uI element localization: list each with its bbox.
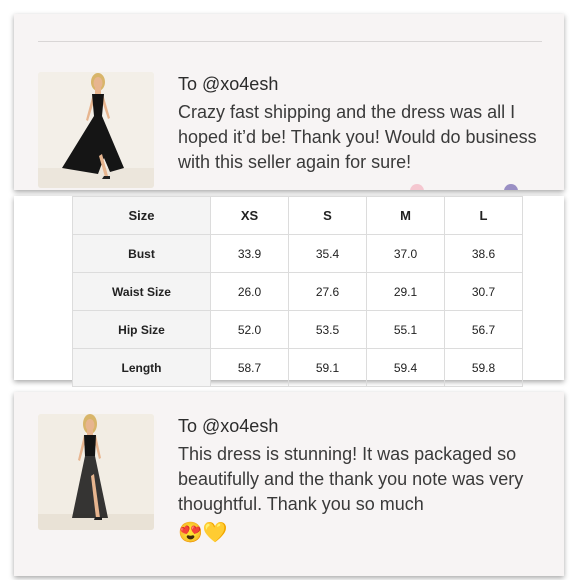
emoji-heart-eyes-and-yellow-heart: 😍💛 bbox=[178, 522, 228, 544]
review-recipient: To @xo4esh bbox=[178, 416, 279, 436]
table-cell: 59.1 bbox=[288, 348, 367, 387]
table-cell: 37.0 bbox=[366, 234, 445, 273]
table-cell: 30.7 bbox=[444, 272, 523, 311]
emoji-peek-icon bbox=[410, 184, 424, 190]
table-cell: 35.4 bbox=[288, 234, 367, 273]
table-cell: 55.1 bbox=[366, 310, 445, 349]
review-card-1: To @xo4esh Crazy fast shipping and the d… bbox=[14, 14, 564, 190]
size-chart-table: Size XS S M L Bust 33.9 35.4 37.0 38.6 W… bbox=[72, 196, 523, 387]
table-row: Bust 33.9 35.4 37.0 38.6 bbox=[72, 234, 523, 273]
review-card-2: To @xo4esh This dress is stunning! It wa… bbox=[14, 392, 564, 576]
table-cell: 59.8 bbox=[444, 348, 523, 387]
size-header-xs: XS bbox=[210, 196, 289, 235]
dress-photo bbox=[38, 414, 154, 530]
size-header-row: Size XS S M L bbox=[72, 196, 523, 235]
table-cell: 53.5 bbox=[288, 310, 367, 349]
dress-photo-thumbnail[interactable] bbox=[38, 72, 154, 188]
table-row: Hip Size 52.0 53.5 55.1 56.7 bbox=[72, 310, 523, 349]
table-cell: 33.9 bbox=[210, 234, 289, 273]
review-text: Crazy fast shipping and the dress was al… bbox=[178, 102, 537, 172]
table-cell: 29.1 bbox=[366, 272, 445, 311]
size-header-l: L bbox=[444, 196, 523, 235]
review-recipient: To @xo4esh bbox=[178, 74, 279, 94]
divider bbox=[38, 41, 542, 42]
dress-photo-thumbnail[interactable] bbox=[38, 414, 154, 530]
size-corner-header: Size bbox=[72, 196, 211, 235]
table-row: Length 58.7 59.1 59.4 59.8 bbox=[72, 348, 523, 387]
dress-photo bbox=[38, 72, 154, 188]
table-row: Waist Size 26.0 27.6 29.1 30.7 bbox=[72, 272, 523, 311]
row-label-bust: Bust bbox=[72, 234, 211, 273]
row-label-hip: Hip Size bbox=[72, 310, 211, 349]
review-text: This dress is stunning! It was packaged … bbox=[178, 444, 524, 514]
emoji-peek-icon bbox=[504, 184, 518, 190]
table-cell: 58.7 bbox=[210, 348, 289, 387]
table-cell: 38.6 bbox=[444, 234, 523, 273]
table-cell: 27.6 bbox=[288, 272, 367, 311]
row-label-waist: Waist Size bbox=[72, 272, 211, 311]
table-cell: 59.4 bbox=[366, 348, 445, 387]
table-cell: 56.7 bbox=[444, 310, 523, 349]
table-cell: 26.0 bbox=[210, 272, 289, 311]
size-header-s: S bbox=[288, 196, 367, 235]
size-chart-card: Size XS S M L Bust 33.9 35.4 37.0 38.6 W… bbox=[14, 196, 564, 387]
table-cell: 52.0 bbox=[210, 310, 289, 349]
row-label-length: Length bbox=[72, 348, 211, 387]
size-header-m: M bbox=[366, 196, 445, 235]
